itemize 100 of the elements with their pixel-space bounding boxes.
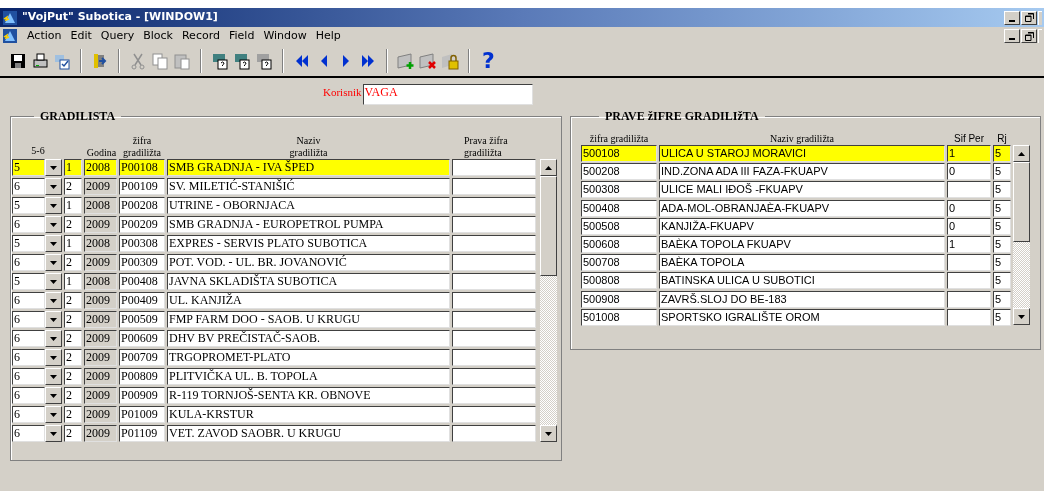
dropdown-button[interactable] xyxy=(45,216,62,233)
table-cell[interactable]: 500508 xyxy=(581,217,657,235)
table-cell[interactable]: 2009 xyxy=(84,311,117,328)
scroll-up-button[interactable] xyxy=(540,159,557,176)
table-cell[interactable] xyxy=(452,425,536,442)
dropdown-button[interactable] xyxy=(45,368,62,385)
minimize-button[interactable] xyxy=(1004,10,1020,25)
table-cell[interactable] xyxy=(947,308,991,326)
table-cell[interactable]: 2009 xyxy=(84,254,117,271)
dropdown-button[interactable] xyxy=(45,235,62,252)
table-cell[interactable]: 2009 xyxy=(84,368,117,385)
table-cell[interactable] xyxy=(452,235,536,252)
table-cell[interactable]: TRGOPROMET-PLATO xyxy=(167,349,450,366)
table-cell[interactable]: P00209 xyxy=(119,216,165,233)
table-cell[interactable]: 5 xyxy=(993,145,1011,162)
table-cell[interactable]: 2 xyxy=(64,254,82,271)
table-cell[interactable]: 1 xyxy=(64,159,82,176)
table-cell[interactable]: P00208 xyxy=(119,197,165,214)
table-cell[interactable]: 500708 xyxy=(581,254,657,272)
dropdown-button[interactable] xyxy=(45,292,62,309)
delete-record-icon[interactable] xyxy=(418,50,438,71)
table-cell[interactable] xyxy=(452,292,536,309)
table-cell[interactable]: 1 xyxy=(947,145,991,162)
table-cell[interactable]: 2008 xyxy=(84,273,117,290)
table-cell[interactable]: 2 xyxy=(64,349,82,366)
combo-field[interactable]: 5 xyxy=(12,235,45,252)
restore-button[interactable] xyxy=(1021,29,1037,43)
table-cell[interactable]: 2009 xyxy=(84,425,117,442)
table-cell[interactable]: 2009 xyxy=(84,406,117,423)
table-cell[interactable]: SMB GRADNJA - IVA ŠPED xyxy=(167,159,450,176)
table-cell[interactable]: BAÈKA TOPOLA xyxy=(659,254,945,272)
table-cell[interactable]: 1 xyxy=(64,273,82,290)
scrollbar[interactable] xyxy=(540,159,557,442)
table-cell[interactable]: POT. VOD. - UL. BR. JOVANOVIĆ xyxy=(167,254,450,271)
combo-field[interactable]: 6 xyxy=(12,216,45,233)
table-cell[interactable]: P00408 xyxy=(119,273,165,290)
table-cell[interactable] xyxy=(452,349,536,366)
table-cell[interactable]: UTRINE - OBORNJACA xyxy=(167,197,450,214)
table-cell[interactable]: 2 xyxy=(64,425,82,442)
table-cell[interactable]: UL. KANJIŽA xyxy=(167,292,450,309)
dropdown-button[interactable] xyxy=(45,159,62,176)
table-cell[interactable]: JAVNA SKLADIŠTA SUBOTICA xyxy=(167,273,450,290)
scroll-up-button[interactable] xyxy=(1013,145,1030,162)
dropdown-button[interactable] xyxy=(45,254,62,271)
table-cell[interactable]: P00108 xyxy=(119,159,165,176)
combo-field[interactable]: 6 xyxy=(12,292,45,309)
menu-item[interactable]: Edit xyxy=(70,27,92,45)
table-cell[interactable]: 2009 xyxy=(84,216,117,233)
table-cell[interactable]: 0 xyxy=(947,217,991,235)
table-cell[interactable]: 2 xyxy=(64,387,82,404)
table-cell[interactable]: 5 xyxy=(993,217,1011,235)
table-cell[interactable]: 500408 xyxy=(581,199,657,217)
combo-field[interactable]: 6 xyxy=(12,406,45,423)
user-field[interactable]: VAGA xyxy=(362,84,533,105)
table-cell[interactable]: ZAVRŠ.SLOJ DO BE-183 xyxy=(659,290,945,308)
menu-item[interactable]: Field xyxy=(229,27,255,45)
table-cell[interactable]: ULICA U STAROJ MORAVICI xyxy=(659,145,945,162)
table-cell[interactable] xyxy=(452,159,536,176)
table-cell[interactable]: 500208 xyxy=(581,163,657,181)
table-cell[interactable]: P00109 xyxy=(119,178,165,195)
table-cell[interactable]: 2009 xyxy=(84,330,117,347)
combo-field[interactable]: 5 xyxy=(12,197,45,214)
combo-field[interactable]: 6 xyxy=(12,311,45,328)
table-cell[interactable]: 2009 xyxy=(84,178,117,195)
table-cell[interactable]: FMP FARM DOO - SAOB. U KRUGU xyxy=(167,311,450,328)
table-cell[interactable] xyxy=(452,406,536,423)
dropdown-button[interactable] xyxy=(45,311,62,328)
table-cell[interactable]: 2008 xyxy=(84,235,117,252)
table-cell[interactable]: 5 xyxy=(993,163,1011,181)
dropdown-button[interactable] xyxy=(45,425,62,442)
combo-field[interactable]: 6 xyxy=(12,387,45,404)
combo-field[interactable]: 5 xyxy=(12,273,45,290)
table-cell[interactable]: EXPRES - SERVIS PLATO SUBOTICA xyxy=(167,235,450,252)
table-cell[interactable]: P00509 xyxy=(119,311,165,328)
table-cell[interactable]: 2 xyxy=(64,311,82,328)
table-cell[interactable] xyxy=(452,368,536,385)
table-cell[interactable]: ULICE MALI IĐOŠ -FKUAPV xyxy=(659,181,945,199)
combo-field[interactable]: 6 xyxy=(12,425,45,442)
table-cell[interactable] xyxy=(452,311,536,328)
dropdown-button[interactable] xyxy=(45,178,62,195)
table-cell[interactable]: PLITVIČKA UL. B. TOPOLA xyxy=(167,368,450,385)
scroll-down-button[interactable] xyxy=(540,425,557,442)
table-cell[interactable]: 2009 xyxy=(84,387,117,404)
menu-item[interactable]: Window xyxy=(263,27,307,45)
combo-field[interactable]: 6 xyxy=(12,178,45,195)
scrollbar[interactable] xyxy=(1013,145,1030,325)
table-cell[interactable]: P01109 xyxy=(119,425,165,442)
table-cell[interactable]: KULA-KRSTUR xyxy=(167,406,450,423)
table-cell[interactable]: BATINSKA ULICA U SUBOTICI xyxy=(659,272,945,290)
dropdown-button[interactable] xyxy=(45,273,62,290)
combo-field[interactable]: 6 xyxy=(12,254,45,271)
table-cell[interactable] xyxy=(947,290,991,308)
table-cell[interactable]: 2009 xyxy=(84,292,117,309)
dropdown-button[interactable] xyxy=(45,330,62,347)
table-cell[interactable]: VET. ZAVOD SAOBR. U KRUGU xyxy=(167,425,450,442)
help-button[interactable]: ? xyxy=(478,49,499,72)
print-icon[interactable] xyxy=(30,50,50,71)
menu-item[interactable]: Query xyxy=(100,27,135,45)
table-cell[interactable] xyxy=(452,197,536,214)
table-cell[interactable]: 2008 xyxy=(84,159,117,176)
